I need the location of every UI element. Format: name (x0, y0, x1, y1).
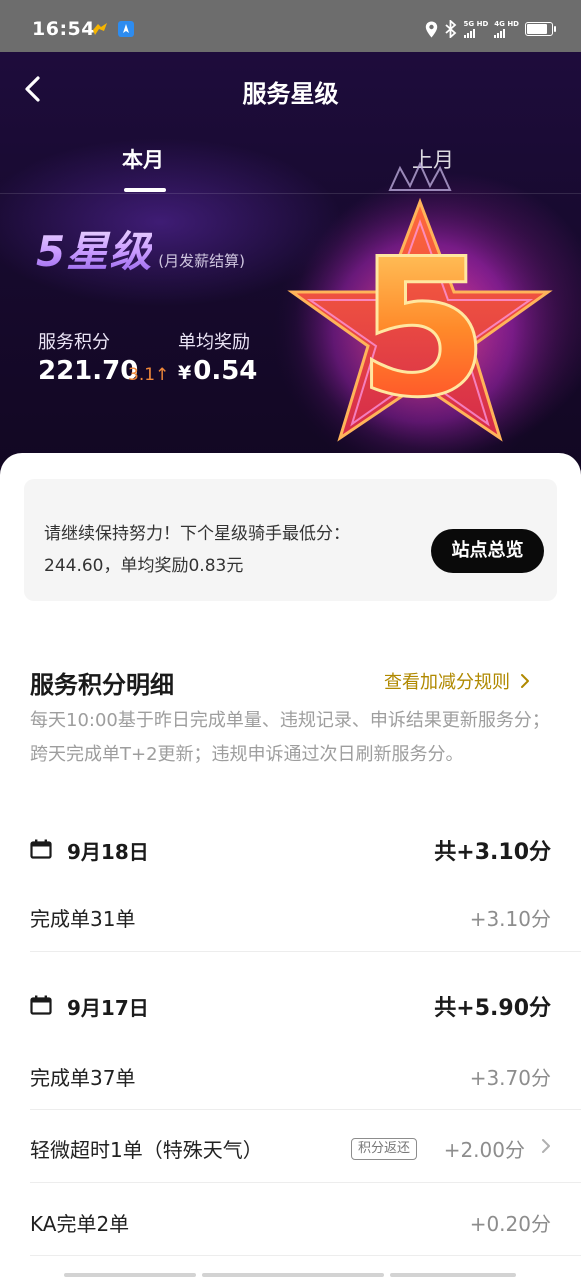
refund-badge: 积分返还 (351, 1138, 418, 1160)
content-card: 请继续保持努力！下个星级骑手最低分：244.60，单均奖励0.83元 站点总览 … (0, 453, 581, 1280)
tab-indicator (124, 188, 166, 192)
row-label: 完成单31单 (30, 907, 136, 931)
reward-value: ¥0.54 (178, 356, 257, 386)
calendar-icon (30, 995, 52, 1015)
divider (30, 1255, 581, 1256)
battery-icon (525, 22, 556, 36)
row-label: KA完单2单 (30, 1212, 130, 1236)
divider (30, 951, 581, 952)
medal-number: 5 (357, 218, 489, 439)
reward-amount: 0.54 (193, 356, 258, 386)
location-icon (425, 21, 437, 37)
day-header: 9月17日 共+5.90分 (30, 990, 551, 1024)
score-value: 221.70 (38, 356, 139, 386)
score-delta: 3.1↑ (128, 365, 170, 385)
status-icons: 5G HD 4G HD (425, 18, 556, 40)
page-title: 服务星级 (242, 80, 339, 108)
section-description: 每天10:00基于昨日完成单量、违规记录、申诉结果更新服务分；跨天完成单T+2更… (30, 710, 550, 765)
list-item: 完成单37单 +3.70分 (30, 1038, 551, 1110)
site-overview-button[interactable]: 站点总览 (431, 529, 544, 573)
signal-4g: 4G HD (494, 20, 519, 38)
tab-this-month[interactable]: 本月 (122, 144, 164, 174)
star-level-note: (月发薪结算) (158, 252, 245, 270)
list-item-overtime[interactable]: 轻微超时1单（特殊天气） 积分返还 +2.00分 (30, 1110, 551, 1182)
chevron-right-icon[interactable] (541, 1138, 551, 1154)
notice-text: 请继续保持努力！下个星级骑手最低分：244.60，单均奖励0.83元 (44, 524, 350, 576)
section-title: 服务积分明细 (30, 671, 174, 699)
star-medal-icon: 5 (273, 162, 568, 482)
app-notification-icon-2 (118, 21, 134, 37)
row-value: +2.00分 (443, 1138, 525, 1162)
row-value: +0.20分 (469, 1212, 551, 1236)
day-date: 9月18日 (67, 840, 149, 864)
rules-link[interactable]: 查看加减分规则 (384, 668, 530, 694)
battery-level (527, 24, 548, 34)
day-total: 共+5.90分 (434, 996, 551, 1021)
row-value: +3.70分 (469, 1066, 551, 1090)
list-item: KA完单2单 +0.20分 (30, 1184, 551, 1256)
divider (30, 1182, 581, 1183)
currency-symbol: ¥ (178, 362, 192, 384)
day-total: 共+3.10分 (434, 840, 551, 865)
chevron-right-icon[interactable] (520, 673, 530, 689)
hero-banner: 服务星级 本月 上月 5 5星级 (月发薪结算) 服务积分 221.70 3.1… (0, 52, 581, 482)
list-item: 完成单31单 +3.10分 (30, 879, 551, 951)
star-level: 5星级 (月发薪结算) (36, 218, 245, 279)
app-notification-icon (93, 23, 107, 35)
row-label[interactable]: 轻微超时1单（特殊天气） (30, 1134, 263, 1163)
signal-bars-icon (494, 29, 519, 38)
next-level-notice: 请继续保持努力！下个星级骑手最低分：244.60，单均奖励0.83元 站点总览 (24, 479, 557, 601)
day-header: 9月18日 共+3.10分 (30, 834, 551, 868)
signal-5g: 5G HD (463, 20, 489, 38)
bottom-scroll-indicator (64, 1273, 516, 1277)
score-label: 服务积分 (38, 332, 110, 353)
status-bar: 16:54 5G HD 4G HD (0, 0, 581, 52)
star-level-text: 5星级 (36, 218, 152, 279)
rules-link-label[interactable]: 查看加减分规则 (384, 668, 510, 694)
signal-bars-icon (463, 29, 489, 38)
bluetooth-icon (444, 20, 456, 38)
day-date: 9月17日 (67, 996, 149, 1020)
calendar-icon (30, 839, 52, 859)
row-label: 完成单37单 (30, 1066, 136, 1090)
reward-label: 单均奖励 (178, 332, 250, 353)
status-time: 16:54 (32, 18, 95, 40)
row-value: +3.10分 (469, 907, 551, 931)
